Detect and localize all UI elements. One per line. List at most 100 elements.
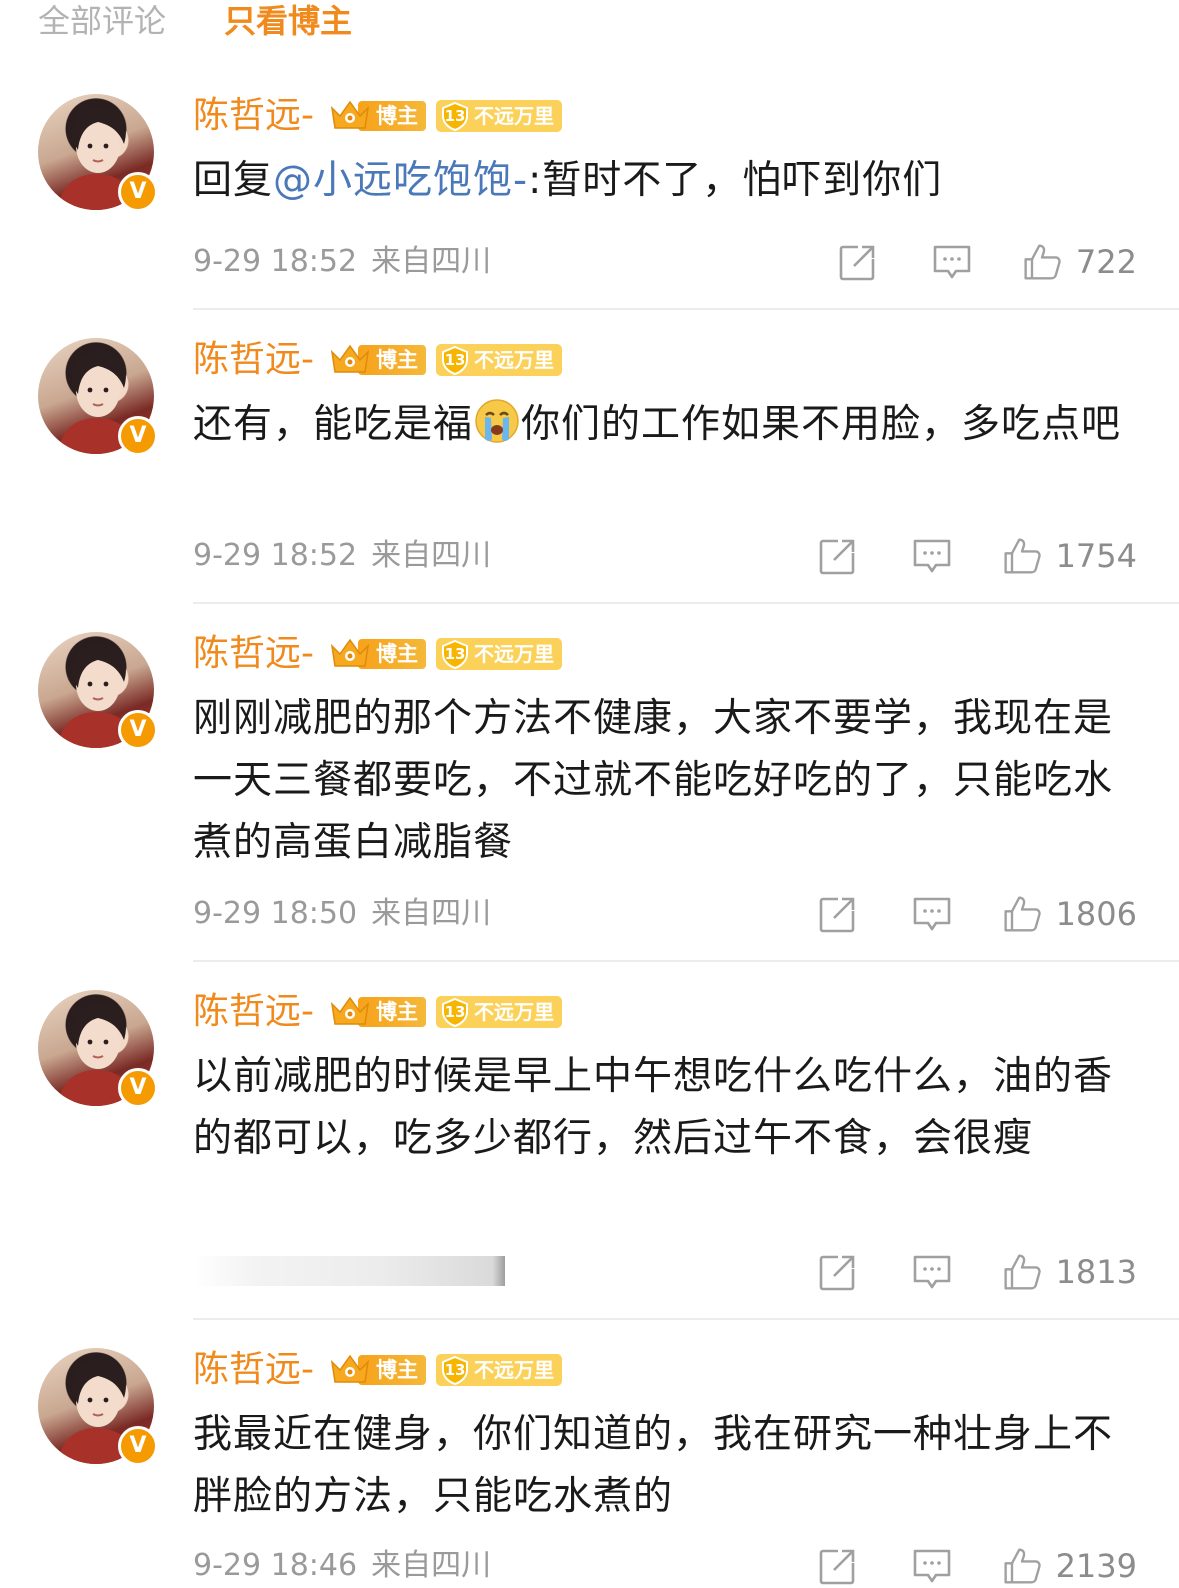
location: 来自四川 bbox=[371, 896, 492, 931]
level-shield-icon: 13 bbox=[440, 1355, 470, 1385]
username[interactable]: 陈哲远- bbox=[193, 990, 314, 1034]
forward-icon[interactable] bbox=[818, 1252, 858, 1292]
level-title: 不远万里 bbox=[474, 348, 554, 372]
comment-footer: 9-29 18:52 来自四川 1754 bbox=[193, 534, 1143, 578]
thumbs-up-icon[interactable] bbox=[1022, 242, 1062, 282]
comment-actions: 1806 bbox=[818, 892, 1137, 936]
comment-icon[interactable] bbox=[912, 894, 952, 934]
level-number: 13 bbox=[444, 645, 466, 663]
crown-icon bbox=[328, 342, 372, 378]
like-count: 2139 bbox=[1055, 1547, 1137, 1585]
forward-icon[interactable] bbox=[818, 894, 858, 934]
tab-blogger-only[interactable]: 只看博主 bbox=[224, 2, 352, 40]
comment-footer: 1813 bbox=[193, 1250, 1143, 1294]
comment-icon[interactable] bbox=[932, 242, 972, 282]
location: 来自四川 bbox=[371, 244, 492, 279]
verified-v-icon: V bbox=[118, 416, 158, 456]
crown-icon bbox=[328, 636, 372, 672]
location: 来自四川 bbox=[371, 1548, 492, 1583]
author-row: 陈哲远- 博主 13 不远万里 bbox=[193, 1348, 562, 1392]
like-count: 1806 bbox=[1055, 895, 1137, 933]
level-title: 不远万里 bbox=[474, 1000, 554, 1024]
divider bbox=[193, 308, 1179, 310]
fan-level-badge[interactable]: 13 不远万里 bbox=[436, 100, 562, 132]
timestamp: 9-29 18:52 bbox=[193, 244, 358, 279]
comment-text: 回复@小远吃饱饱-:暂时不了，怕吓到你们 bbox=[193, 150, 1143, 212]
level-title: 不远万里 bbox=[474, 642, 554, 666]
verified-v-icon: V bbox=[118, 1068, 158, 1108]
location: 来自四川 bbox=[371, 538, 492, 573]
blogger-badge: 博主 bbox=[328, 1354, 426, 1386]
forward-icon[interactable] bbox=[818, 1546, 858, 1586]
username[interactable]: 陈哲远- bbox=[193, 338, 314, 382]
username[interactable]: 陈哲远- bbox=[193, 1348, 314, 1392]
like-count: 1754 bbox=[1055, 537, 1137, 575]
level-shield-icon: 13 bbox=[440, 101, 470, 131]
level-title: 不远万里 bbox=[474, 104, 554, 128]
username[interactable]: 陈哲远- bbox=[193, 632, 314, 676]
mention-link[interactable]: @小远吃饱饱- bbox=[273, 158, 528, 203]
level-number: 13 bbox=[444, 107, 466, 125]
verified-v-icon: V bbox=[118, 1426, 158, 1466]
comment-icon[interactable] bbox=[912, 1252, 952, 1292]
comment-actions: 2139 bbox=[818, 1544, 1137, 1588]
level-number: 13 bbox=[444, 1361, 466, 1379]
thumbs-up-icon[interactable] bbox=[1002, 894, 1042, 934]
divider bbox=[193, 960, 1179, 962]
blogger-badge: 博主 bbox=[328, 996, 426, 1028]
crown-icon bbox=[328, 1352, 372, 1388]
level-title: 不远万里 bbox=[474, 1358, 554, 1382]
comment-actions: 722 bbox=[838, 240, 1137, 284]
fan-level-badge[interactable]: 13 不远万里 bbox=[436, 638, 562, 670]
comment-icon[interactable] bbox=[912, 1546, 952, 1586]
comment-body: :暂时不了，怕吓到你们 bbox=[528, 158, 943, 203]
comment-body-part-2: 你们的工作如果不用脸，多吃点吧 bbox=[521, 402, 1122, 447]
blurred-meta bbox=[193, 1256, 505, 1286]
tab-all-comments[interactable]: 全部评论 bbox=[38, 2, 166, 40]
comment-text: 还有，能吃是福 你们的工作如果不用脸，多吃点吧 bbox=[193, 394, 1143, 456]
timestamp: 9-29 18:52 bbox=[193, 538, 358, 573]
like-count: 722 bbox=[1075, 243, 1137, 281]
fan-level-badge[interactable]: 13 不远万里 bbox=[436, 1354, 562, 1386]
forward-icon[interactable] bbox=[838, 242, 878, 282]
level-number: 13 bbox=[444, 1003, 466, 1021]
username[interactable]: 陈哲远- bbox=[193, 94, 314, 138]
comment-text: 以前减肥的时候是早上中午想吃什么吃什么，油的香的都可以，吃多少都行，然后过午不食… bbox=[193, 1054, 1114, 1161]
thumbs-up-icon[interactable] bbox=[1002, 1252, 1042, 1292]
comment-body-part-1: 还有，能吃是福 bbox=[193, 402, 474, 447]
crown-icon bbox=[328, 98, 372, 134]
level-number: 13 bbox=[444, 351, 466, 369]
comment-meta: 9-29 18:52 来自四川 bbox=[193, 240, 491, 284]
blogger-badge: 博主 bbox=[328, 638, 426, 670]
author-row: 陈哲远- 博主 13 不远万里 bbox=[193, 94, 562, 138]
author-row: 陈哲远- 博主 13 不远万里 bbox=[193, 338, 562, 382]
verified-v-icon: V bbox=[118, 710, 158, 750]
like-count: 1813 bbox=[1055, 1253, 1137, 1291]
timestamp: 9-29 18:46 bbox=[193, 1548, 358, 1583]
comment-meta: 9-29 18:50 来自四川 bbox=[193, 892, 491, 936]
thumbs-up-icon[interactable] bbox=[1002, 536, 1042, 576]
forward-icon[interactable] bbox=[818, 536, 858, 576]
comment-footer: 9-29 18:50 来自四川 1806 bbox=[193, 892, 1143, 936]
comment-actions: 1813 bbox=[818, 1250, 1137, 1294]
level-shield-icon: 13 bbox=[440, 997, 470, 1027]
blogger-badge: 博主 bbox=[328, 100, 426, 132]
thumbs-up-icon[interactable] bbox=[1002, 1546, 1042, 1586]
fan-level-badge[interactable]: 13 不远万里 bbox=[436, 344, 562, 376]
level-shield-icon: 13 bbox=[440, 345, 470, 375]
level-shield-icon: 13 bbox=[440, 639, 470, 669]
comment-actions: 1754 bbox=[818, 534, 1137, 578]
reply-prefix: 回复 bbox=[193, 158, 274, 203]
fan-level-badge[interactable]: 13 不远万里 bbox=[436, 996, 562, 1028]
divider bbox=[193, 602, 1179, 604]
timestamp: 9-29 18:50 bbox=[193, 896, 358, 931]
crown-icon bbox=[328, 994, 372, 1030]
blogger-badge: 博主 bbox=[328, 344, 426, 376]
author-row: 陈哲远- 博主 13 不远万里 bbox=[193, 990, 562, 1034]
comment-text: 我最近在健身，你们知道的，我在研究一种壮身上不胖脸的方法，只能吃水煮的 bbox=[193, 1412, 1114, 1519]
comment-icon[interactable] bbox=[912, 536, 952, 576]
comment-filter-tabs: 全部评论 只看博主 bbox=[0, 0, 1179, 50]
verified-v-icon: V bbox=[118, 172, 158, 212]
comment-footer: 9-29 18:52 来自四川 722 bbox=[193, 240, 1143, 284]
comment-text: 刚刚减肥的那个方法不健康，大家不要学，我现在是一天三餐都要吃，不过就不能吃好吃的… bbox=[193, 696, 1114, 865]
